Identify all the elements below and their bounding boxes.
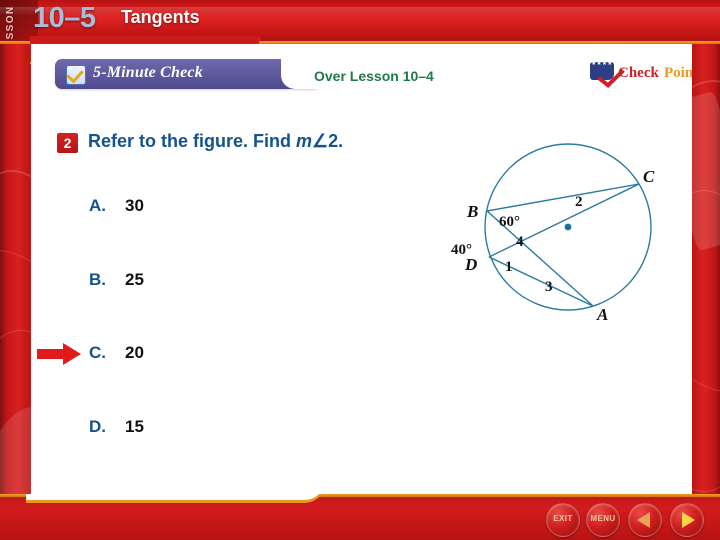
right-decorative-band: [692, 0, 720, 540]
circle-center-point: [564, 223, 572, 231]
exit-button[interactable]: EXIT: [546, 503, 580, 537]
question-prompt: Refer to the figure. Find m∠2.: [88, 131, 343, 152]
vertex-label-b: B: [466, 202, 478, 221]
arc-measure-60: 60°: [499, 214, 520, 230]
menu-button-label: MENU: [590, 514, 616, 523]
lesson-word-label: LESSON: [5, 5, 16, 41]
arc-measure-40: 40°: [451, 242, 472, 258]
checkbox-check-icon: [66, 65, 86, 85]
page-title: Tangents: [121, 7, 200, 27]
chord-bc: [486, 183, 640, 212]
question-prompt-tail: 2.: [328, 131, 344, 151]
vertex-label-c: C: [643, 167, 655, 186]
footer-curve-accent: [26, 494, 326, 500]
triangle-left-icon: [637, 512, 650, 528]
menu-button[interactable]: MENU: [586, 503, 620, 537]
header-sheen: [0, 7, 720, 16]
circle-with-inscribed-angles-diagram: B C D A 60° 40° 1 2 3 4: [445, 94, 685, 324]
over-lesson-label: Over Lesson 10–4: [314, 68, 434, 84]
answer-letter: B.: [89, 270, 106, 289]
correct-answer-arrow-icon: [37, 343, 83, 365]
question-prompt-lead: Refer to the figure. Find: [88, 131, 297, 151]
question-prompt-m: m: [296, 131, 313, 151]
answer-value: 20: [125, 343, 144, 362]
angle-label-3: 3: [545, 279, 553, 295]
five-minute-check-label: 5-Minute Check: [93, 64, 203, 81]
lesson-number-label: 10–5: [33, 2, 96, 34]
figure-svg: B C D A 60° 40° 1 2 3 4: [451, 143, 655, 324]
angle-label-2: 2: [575, 194, 583, 210]
checkpoint-logo: Check Point: [590, 62, 692, 90]
content-panel: 5-Minute Check Over Lesson 10–4 Check Po…: [31, 44, 692, 494]
angle-symbol-icon: ∠: [312, 131, 329, 151]
next-slide-button[interactable]: [670, 503, 704, 537]
vertex-label-a: A: [596, 305, 608, 324]
slide-footer-nav: EXIT MENU: [0, 494, 720, 540]
angle-label-4: 4: [516, 234, 524, 250]
slide-root: LESSON 10–5 Tangents 5-Minute Check Over…: [0, 0, 720, 540]
answer-letter: C.: [89, 343, 106, 362]
answer-value: 30: [125, 196, 144, 215]
angle-label-1: 1: [505, 259, 513, 275]
answer-letter: D.: [89, 417, 106, 436]
answer-value: 25: [125, 270, 144, 289]
triangle-right-icon: [682, 512, 695, 528]
slide-header: LESSON 10–5 Tangents: [0, 0, 720, 41]
checkpoint-check-text: Check: [618, 65, 659, 81]
left-decorative-band: [0, 0, 31, 540]
answer-letter: A.: [89, 196, 106, 215]
answer-value: 15: [125, 417, 144, 436]
exit-button-label: EXIT: [553, 514, 573, 523]
previous-slide-button[interactable]: [628, 503, 662, 537]
checkpoint-point-text: Point: [664, 65, 692, 81]
question-number-badge: 2: [57, 133, 78, 153]
